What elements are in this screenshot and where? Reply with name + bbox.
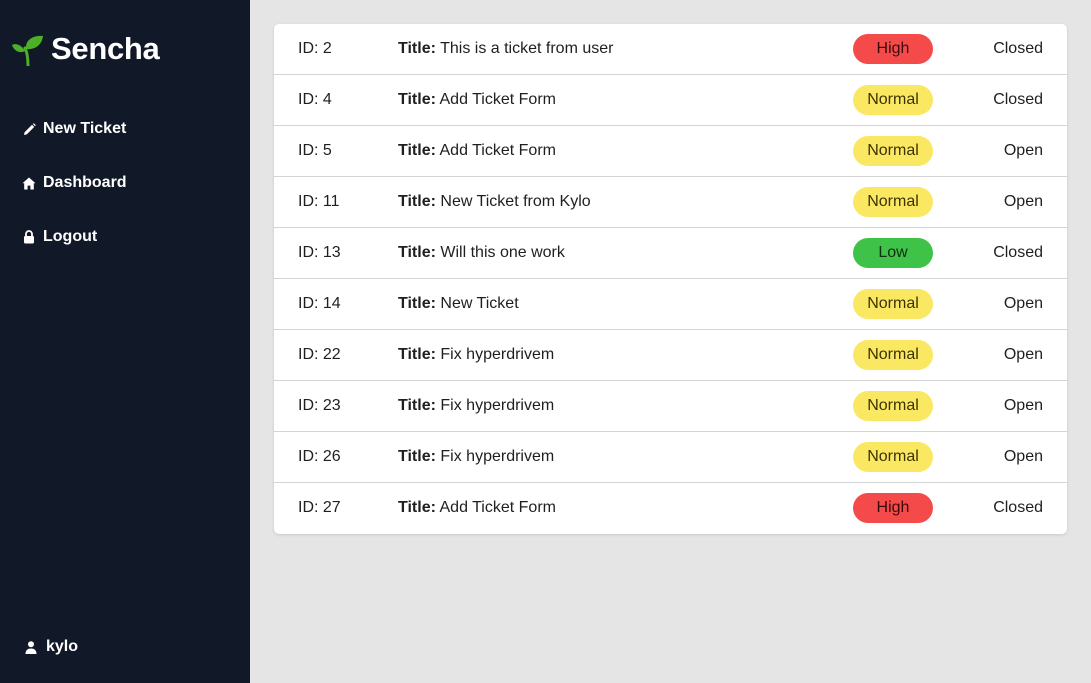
ticket-row[interactable]: ID: 26 Title: Fix hyperdrivem Normal Ope… [274,432,1067,483]
ticket-id: ID: 13 [298,244,341,261]
priority-badge: Normal [853,187,933,217]
user-icon [25,640,37,654]
priority-badge: Normal [853,85,933,115]
ticket-title-label: Title: [398,91,436,108]
ticket-status: Closed [993,40,1043,57]
ticket-title: Title: Will this one work [398,228,565,278]
ticket-status: Open [1003,295,1043,312]
ticket-row[interactable]: ID: 5 Title: Add Ticket Form Normal Open [274,126,1067,177]
pencil-icon [22,122,36,136]
user-name: kylo [46,638,79,655]
ticket-status: Open [1003,346,1043,363]
ticket-title-text: Will this one work [440,244,565,261]
ticket-row[interactable]: ID: 11 Title: New Ticket from Kylo Norma… [274,177,1067,228]
nav-new-ticket[interactable]: New Ticket [22,117,126,141]
ticket-title: Title: Fix hyperdrivem [398,330,554,380]
ticket-title-label: Title: [398,244,436,261]
ticket-row[interactable]: ID: 23 Title: Fix hyperdrivem Normal Ope… [274,381,1067,432]
priority-badge: Normal [853,391,933,421]
priority-badge: Normal [853,289,933,319]
ticket-title: Title: New Ticket from Kylo [398,177,591,227]
nav-new-ticket-label: New Ticket [43,120,127,137]
ticket-status: Open [1003,193,1043,210]
ticket-status: Closed [993,499,1043,516]
ticket-title: Title: This is a ticket from user [398,24,613,74]
nav-logout-label: Logout [43,228,98,245]
priority-badge: Normal [853,340,933,370]
priority-badge: Low [853,238,933,268]
ticket-title-text: This is a ticket from user [440,40,614,57]
ticket-title-text: Fix hyperdrivem [440,397,555,414]
ticket-row[interactable]: ID: 4 Title: Add Ticket Form Normal Clos… [274,75,1067,126]
ticket-title-text: New Ticket [440,295,519,312]
ticket-title: Title: New Ticket [398,279,519,329]
priority-badge: Normal [853,442,933,472]
lock-icon [22,230,36,244]
ticket-status: Closed [993,244,1043,261]
nav-logout[interactable]: Logout [22,225,97,249]
ticket-title: Title: Add Ticket Form [398,75,556,125]
ticket-title-text: New Ticket from Kylo [440,193,591,210]
home-icon [22,176,36,190]
ticket-row[interactable]: ID: 13 Title: Will this one work Low Clo… [274,228,1067,279]
brand-logo[interactable]: Sencha [11,29,160,69]
ticket-status: Open [1003,142,1043,159]
brand-name: Sencha [51,31,160,66]
ticket-id: ID: 27 [298,499,341,516]
ticket-title-label: Title: [398,193,436,210]
ticket-id: ID: 4 [298,91,332,108]
ticket-title-label: Title: [398,448,436,465]
ticket-title-label: Title: [398,40,436,57]
ticket-status: Closed [993,91,1043,108]
ticket-title: Title: Add Ticket Form [398,126,556,176]
nav-dashboard-label: Dashboard [43,174,127,191]
priority-badge: Normal [853,136,933,166]
sprout-icon [11,32,45,66]
ticket-id: ID: 23 [298,397,341,414]
ticket-title-text: Add Ticket Form [439,499,556,516]
ticket-title-label: Title: [398,346,436,363]
ticket-row[interactable]: ID: 2 Title: This is a ticket from user … [274,24,1067,75]
current-user[interactable]: kylo [25,635,78,659]
ticket-id: ID: 22 [298,346,341,363]
ticket-list: ID: 2 Title: This is a ticket from user … [274,24,1067,534]
ticket-status: Open [1003,397,1043,414]
ticket-title-label: Title: [398,142,436,159]
ticket-row[interactable]: ID: 14 Title: New Ticket Normal Open [274,279,1067,330]
ticket-title: Title: Fix hyperdrivem [398,381,554,431]
priority-badge: High [853,34,933,64]
ticket-title-label: Title: [398,499,436,516]
nav-dashboard[interactable]: Dashboard [22,171,127,195]
ticket-id: ID: 11 [298,193,340,210]
ticket-row[interactable]: ID: 22 Title: Fix hyperdrivem Normal Ope… [274,330,1067,381]
ticket-title-label: Title: [398,295,436,312]
ticket-title: Title: Fix hyperdrivem [398,432,554,482]
ticket-row[interactable]: ID: 27 Title: Add Ticket Form High Close… [274,483,1067,534]
ticket-title-text: Add Ticket Form [439,91,556,108]
ticket-id: ID: 14 [298,295,341,312]
ticket-title: Title: Add Ticket Form [398,483,556,533]
ticket-title-text: Fix hyperdrivem [440,346,555,363]
sidebar: Sencha New Ticket Dashboard Logout kylo [0,0,250,683]
ticket-status: Open [1003,448,1043,465]
ticket-title-text: Fix hyperdrivem [440,448,555,465]
ticket-id: ID: 5 [298,142,332,159]
priority-badge: High [853,493,933,523]
ticket-id: ID: 26 [298,448,341,465]
ticket-id: ID: 2 [298,40,332,57]
ticket-title-label: Title: [398,397,436,414]
ticket-title-text: Add Ticket Form [439,142,556,159]
